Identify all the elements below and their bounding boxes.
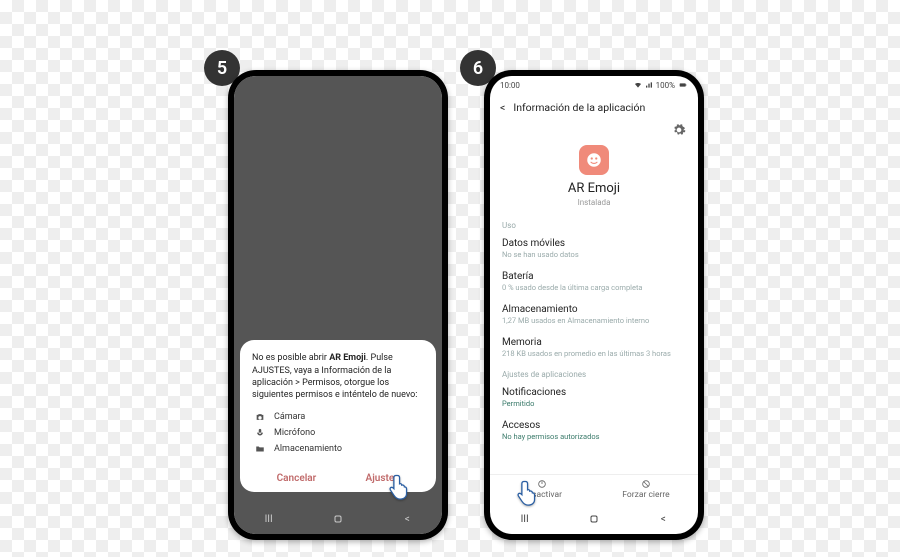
- nav-home-button[interactable]: [329, 510, 347, 528]
- screen-step-6: 10:00 100% < Información de la aplicació…: [490, 76, 698, 534]
- signal-icon: [645, 81, 653, 89]
- status-battery: 100%: [656, 81, 675, 90]
- nav-recents-button[interactable]: III: [516, 510, 534, 528]
- row-mobile-data[interactable]: Datos móviles No se han usado datos: [490, 232, 698, 265]
- android-navbar: III <: [490, 504, 698, 534]
- bottom-actions: Desactivar Forzar cierre: [490, 474, 698, 504]
- row-storage[interactable]: Almacenamiento 1,27 MB usados en Almacen…: [490, 298, 698, 331]
- dialog-msg-prefix: No es posible abrir: [252, 353, 329, 363]
- row-battery[interactable]: Batería 0 % usado desde la última carga …: [490, 265, 698, 298]
- row-sub: 0 % usado desde la última carga completa: [502, 283, 686, 292]
- app-block: AR Emoji Instalada: [490, 141, 698, 215]
- row-title: Batería: [502, 271, 686, 282]
- row-sub: 218 KB usados en promedio en las últimas…: [502, 349, 686, 358]
- row-title: Datos móviles: [502, 238, 686, 249]
- row-title: Accesos: [502, 420, 686, 431]
- force-stop-label: Forzar cierre: [622, 490, 669, 500]
- force-stop-button[interactable]: Forzar cierre: [594, 475, 698, 504]
- nav-back-button[interactable]: <: [398, 510, 416, 528]
- header-actions: [490, 120, 698, 141]
- dialog-msg-app: AR Emoji: [329, 353, 366, 363]
- row-sub: No hay permisos autorizados: [502, 432, 686, 441]
- perm-row-mic: Micrófono: [252, 425, 424, 441]
- folder-icon: [254, 444, 266, 454]
- power-icon: [537, 479, 547, 489]
- mic-icon: [254, 428, 266, 438]
- row-title: Memoria: [502, 337, 686, 348]
- row-sub: 1,27 MB usados en Almacenamiento interno: [502, 316, 686, 325]
- row-title: Almacenamiento: [502, 304, 686, 315]
- cancel-button[interactable]: Cancelar: [277, 473, 317, 484]
- wifi-icon: [634, 81, 642, 89]
- screen-step-5: No es posible abrir AR Emoji. Pulse AJUS…: [234, 76, 442, 534]
- stop-icon: [641, 479, 651, 489]
- nav-recents-button[interactable]: III: [260, 510, 278, 528]
- status-time: 10:00: [500, 81, 520, 90]
- row-memory[interactable]: Memoria 218 KB usados en promedio en las…: [490, 331, 698, 364]
- perm-label-storage: Almacenamiento: [274, 444, 342, 454]
- row-permissions[interactable]: Accesos No hay permisos autorizados: [490, 414, 698, 447]
- back-icon[interactable]: <: [500, 101, 505, 114]
- perm-row-camera: Cámara: [252, 409, 424, 425]
- nav-home-button[interactable]: [585, 510, 603, 528]
- phone-step-5: No es posible abrir AR Emoji. Pulse AJUS…: [228, 70, 448, 540]
- gear-icon[interactable]: [672, 122, 686, 141]
- perm-label-camera: Cámara: [274, 412, 305, 422]
- phone-step-6: 10:00 100% < Información de la aplicació…: [484, 70, 704, 540]
- section-ajustes: Ajustes de aplicaciones: [490, 364, 698, 381]
- nav-back-button[interactable]: <: [654, 510, 672, 528]
- status-bar: 10:00 100%: [490, 76, 698, 94]
- app-name-label: AR Emoji: [490, 181, 698, 196]
- settings-button[interactable]: Ajustes: [366, 473, 400, 484]
- row-title: Notificaciones: [502, 387, 686, 398]
- perm-label-mic: Micrófono: [274, 428, 315, 438]
- perm-row-storage: Almacenamiento: [252, 441, 424, 457]
- ar-emoji-app-icon: [579, 145, 609, 175]
- row-sub: Permitido: [502, 399, 686, 408]
- app-info-header: < Información de la aplicación: [490, 94, 698, 120]
- dialog-message: No es posible abrir AR Emoji. Pulse AJUS…: [252, 352, 424, 401]
- disable-label: Desactivar: [522, 490, 562, 500]
- camera-icon: [254, 412, 266, 422]
- section-uso: Uso: [490, 215, 698, 232]
- page-title: Información de la aplicación: [513, 101, 688, 114]
- disable-button[interactable]: Desactivar: [490, 475, 594, 504]
- dialog-actions: Cancelar Ajustes: [252, 467, 424, 486]
- android-navbar: III <: [234, 504, 442, 534]
- row-sub: No se han usado datos: [502, 250, 686, 259]
- app-state-label: Instalada: [490, 198, 698, 207]
- row-notifications[interactable]: Notificaciones Permitido: [490, 381, 698, 414]
- permission-dialog: No es posible abrir AR Emoji. Pulse AJUS…: [240, 340, 436, 492]
- battery-icon: [678, 81, 688, 89]
